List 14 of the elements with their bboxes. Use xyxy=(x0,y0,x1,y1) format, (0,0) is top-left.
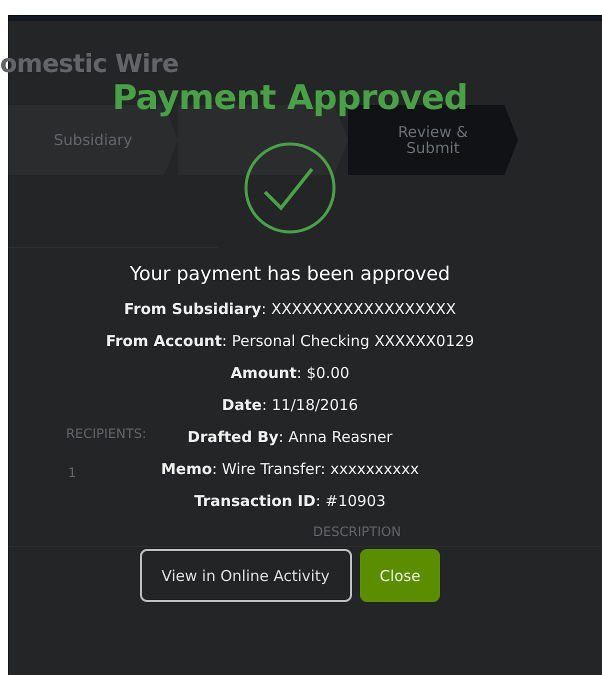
detail-line: From Account: Personal Checking XXXXXX0129 xyxy=(106,331,474,352)
recipients-label: RECIPIENTS: xyxy=(66,427,148,442)
close-button[interactable]: Close xyxy=(360,549,440,602)
detail-line: Transaction ID: #10903 xyxy=(194,491,386,512)
detail-line: From Subsidiary: XXXXXXXXXXXXXXXXXX xyxy=(124,299,456,320)
detail-line: Date: 11/18/2016 xyxy=(222,395,358,416)
checkmark-circle-icon xyxy=(244,142,336,234)
recipient-number: 1 xyxy=(68,466,78,481)
dialog-message: Your payment has been approved xyxy=(130,263,450,285)
description-label: DESCRIPTION xyxy=(313,525,401,540)
detail-line: Drafted By: Anna Reasner xyxy=(188,427,392,448)
view-activity-button[interactable]: View in Online Activity xyxy=(140,549,352,602)
detail-line: Amount: $0.00 xyxy=(230,363,350,384)
detail-line: Memo: Wire Transfer: xxxxxxxxxx xyxy=(160,459,419,480)
